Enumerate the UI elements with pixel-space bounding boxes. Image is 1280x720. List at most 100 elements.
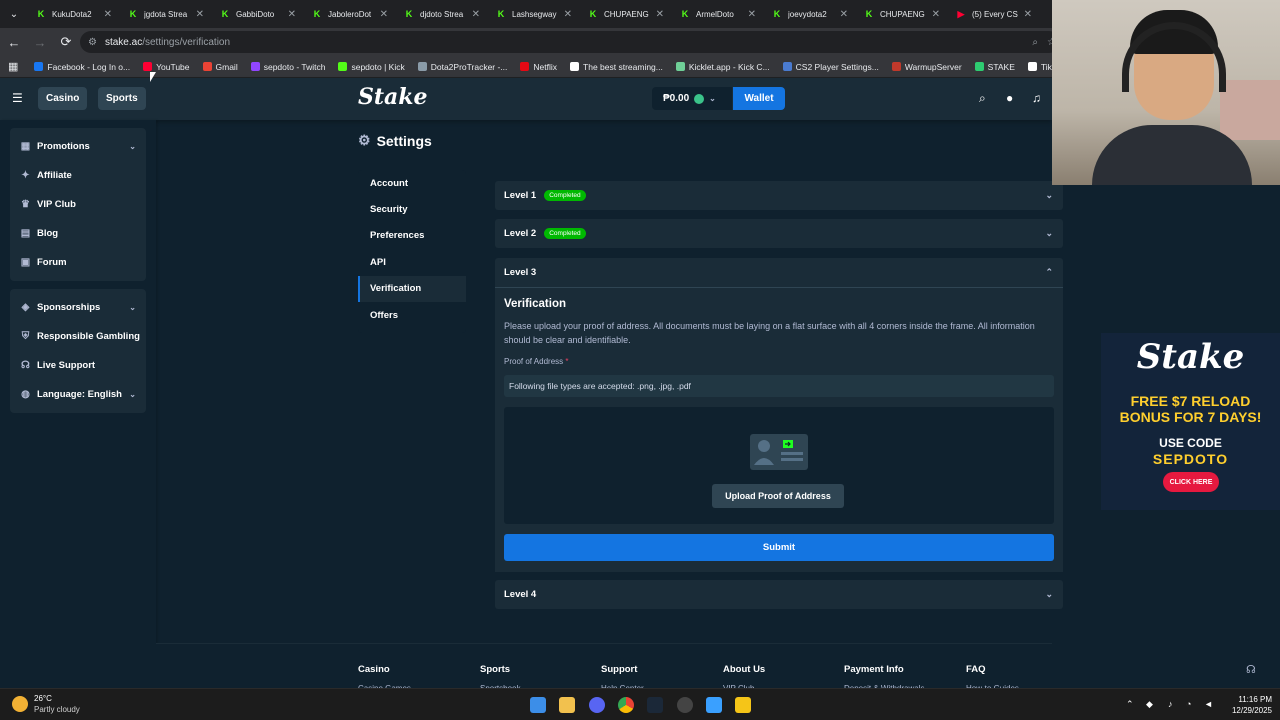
casino-tab[interactable]: Casino bbox=[38, 87, 88, 110]
upload-dropzone[interactable]: Upload Proof of Address bbox=[504, 407, 1054, 524]
bookmark-item[interactable]: The best streaming... bbox=[570, 62, 663, 72]
forward-icon[interactable]: → bbox=[28, 30, 52, 54]
browser-tab[interactable]: K GabbiDoto ✕ bbox=[212, 0, 304, 28]
sidebar-item[interactable]: ✦ Affiliate bbox=[10, 161, 146, 190]
tab-favicon-icon: K bbox=[37, 9, 45, 19]
tab-title: Lashsegway bbox=[512, 9, 557, 19]
browser-tab[interactable]: Kdjdoto Strea ✕ bbox=[396, 0, 488, 28]
tab-title: ArmelDoto bbox=[696, 9, 734, 19]
sidebar-item[interactable]: ◍ Language: English ⌄ bbox=[10, 380, 146, 409]
close-tab-icon[interactable]: ✕ bbox=[196, 9, 204, 20]
zoom-icon[interactable]: ⌕ bbox=[1032, 37, 1038, 48]
promo-banner[interactable]: Stake FREE $7 RELOAD BONUS FOR 7 DAYS! U… bbox=[1101, 333, 1280, 510]
settings-menu-item[interactable]: Account bbox=[358, 170, 466, 196]
forum-icon: ▣ bbox=[20, 257, 31, 268]
bookmark-item[interactable]: Netflix bbox=[520, 62, 557, 72]
browser-tab[interactable]: K CHUPAENG ✕ bbox=[580, 0, 672, 28]
bookmark-item[interactable]: Dota2ProTracker -... bbox=[417, 62, 507, 72]
bookmark-item[interactable]: Gmail bbox=[202, 62, 238, 72]
system-clock[interactable]: 11:16 PM 12/29/2025 bbox=[1222, 694, 1272, 716]
close-tab-icon[interactable]: ✕ bbox=[932, 9, 940, 20]
browser-tab[interactable]: K CHUPAENG ✕ bbox=[856, 0, 948, 28]
sidebar-item[interactable]: ▦ Promotions ⌄ bbox=[10, 132, 146, 161]
level-2-accordion[interactable]: Level 2 Completed ⌄ bbox=[495, 219, 1063, 248]
level-4-accordion[interactable]: Level 4 ⌄ bbox=[495, 580, 1063, 609]
browser-tab[interactable]: K Lashsegway ✕ bbox=[488, 0, 580, 28]
browser-tab[interactable]: K JaboleroDot ✕ bbox=[304, 0, 396, 28]
settings-menu-item[interactable]: Preferences bbox=[358, 223, 466, 249]
discord-icon[interactable] bbox=[589, 697, 605, 713]
bookmark-item[interactable]: CS2 Player Settings... bbox=[782, 62, 879, 72]
upload-proof-button[interactable]: Upload Proof of Address bbox=[712, 484, 844, 508]
sidebar-item[interactable]: ♛ VIP Club bbox=[10, 190, 146, 219]
browser-tab[interactable]: Kjgdota Strea ✕ bbox=[120, 0, 212, 28]
balance-selector[interactable]: ₱0.00 ⌄ bbox=[652, 87, 732, 110]
tray-app-icon[interactable]: ◆ bbox=[1146, 699, 1153, 710]
browser-tab[interactable]: K ArmelDoto ✕ bbox=[672, 0, 764, 28]
level-1-accordion[interactable]: Level 1 Completed ⌄ bbox=[495, 181, 1063, 210]
settings-menu-item[interactable]: Security bbox=[358, 196, 466, 222]
chrome-icon[interactable] bbox=[618, 697, 634, 713]
start-icon[interactable] bbox=[530, 697, 546, 713]
close-tab-icon[interactable]: ✕ bbox=[472, 9, 480, 20]
network-icon[interactable]: ◔ bbox=[1186, 699, 1191, 709]
browser-tab[interactable]: ▶ (5) Every CS ✕ bbox=[948, 0, 1040, 28]
ad-click-button[interactable]: CLICK HERE bbox=[1163, 472, 1219, 492]
close-tab-icon[interactable]: ✕ bbox=[748, 9, 756, 20]
close-tab-icon[interactable]: ✕ bbox=[380, 9, 388, 20]
wallet-button[interactable]: Wallet bbox=[733, 87, 785, 110]
notification-bell-icon[interactable]: ♫ bbox=[1032, 91, 1041, 105]
user-icon[interactable]: ● bbox=[1006, 91, 1013, 105]
search-icon[interactable]: ⌕ bbox=[979, 91, 986, 106]
bookmark-item[interactable]: YouTube bbox=[143, 62, 190, 72]
sidebar-item[interactable]: ◈ Sponsorships ⌄ bbox=[10, 293, 146, 322]
menu-icon[interactable]: ☰ bbox=[12, 91, 23, 105]
sidebar-item[interactable]: ⛨ Responsible Gambling bbox=[10, 322, 146, 351]
tray-overflow-icon[interactable]: ⌃ bbox=[1126, 699, 1134, 710]
microphone-icon[interactable]: ♪ bbox=[1168, 699, 1173, 709]
volume-icon[interactable]: ◄ bbox=[1204, 699, 1213, 709]
obs-icon[interactable] bbox=[677, 697, 693, 713]
bookmark-item[interactable]: Kicklet.app - Kick C... bbox=[675, 62, 770, 72]
reload-icon[interactable]: ⟳ bbox=[54, 30, 78, 54]
browser-tab[interactable]: K KukuDota2 ✕ bbox=[28, 0, 120, 28]
apps-grid-icon[interactable]: ▦ bbox=[8, 60, 18, 73]
browser-tab[interactable]: Kjoevydota2 ✕ bbox=[764, 0, 856, 28]
headset-icon: ☊ bbox=[21, 360, 30, 371]
back-icon[interactable]: ← bbox=[2, 30, 26, 54]
submit-button[interactable]: Submit bbox=[504, 534, 1054, 561]
level-3-accordion[interactable]: Level 3 ⌃ bbox=[495, 258, 1063, 287]
steam-icon[interactable] bbox=[647, 697, 663, 713]
close-tab-icon[interactable]: ✕ bbox=[288, 9, 296, 20]
close-tab-icon[interactable]: ✕ bbox=[104, 9, 112, 20]
sports-tab[interactable]: Sports bbox=[98, 87, 146, 110]
sidebar-item[interactable]: ▣ Forum bbox=[10, 248, 146, 277]
footer-heading: Payment Info bbox=[844, 664, 904, 675]
close-tab-icon[interactable]: ✕ bbox=[840, 9, 848, 20]
bookmark-item[interactable]: STAKE bbox=[974, 62, 1015, 72]
app-icon[interactable] bbox=[735, 697, 751, 713]
sidebar-item[interactable]: ☊ Live Support bbox=[10, 351, 146, 380]
tab-search-button[interactable]: ⌄ bbox=[0, 0, 28, 28]
settings-menu-item[interactable]: Offers bbox=[358, 302, 466, 328]
sidebar-item-label: Promotions bbox=[37, 141, 90, 152]
close-tab-icon[interactable]: ✕ bbox=[1024, 9, 1032, 20]
sidebar-item[interactable]: ▤ Blog bbox=[10, 219, 146, 248]
close-tab-icon[interactable]: ✕ bbox=[656, 9, 664, 20]
notepad-icon[interactable] bbox=[706, 697, 722, 713]
settings-menu-item[interactable]: API bbox=[358, 249, 466, 275]
bookmark-item[interactable]: sepdoto - Twitch bbox=[250, 62, 325, 72]
stake-logo[interactable]: Stake bbox=[358, 84, 428, 110]
chevron-down-icon: ⌄ bbox=[129, 303, 136, 312]
bookmark-item[interactable]: Facebook - Log In o... bbox=[34, 62, 130, 72]
url-bar[interactable]: ⚙ stake.ac/settings/verification ⌕ ☆ bbox=[80, 31, 1060, 53]
settings-menu-item[interactable]: Verification bbox=[358, 275, 466, 302]
chat-icon[interactable]: ☊ bbox=[1246, 663, 1256, 676]
file-explorer-icon[interactable] bbox=[559, 697, 575, 713]
close-tab-icon[interactable]: ✕ bbox=[564, 9, 572, 20]
bookmark-item[interactable]: WarmupServer bbox=[891, 62, 962, 72]
footer-heading: Support bbox=[601, 664, 638, 675]
site-info-icon[interactable]: ⚙ bbox=[88, 37, 97, 48]
bookmark-item[interactable]: sepdoto | Kick bbox=[338, 62, 405, 72]
weather-widget[interactable]: 26°C Partly cloudy bbox=[12, 693, 80, 715]
